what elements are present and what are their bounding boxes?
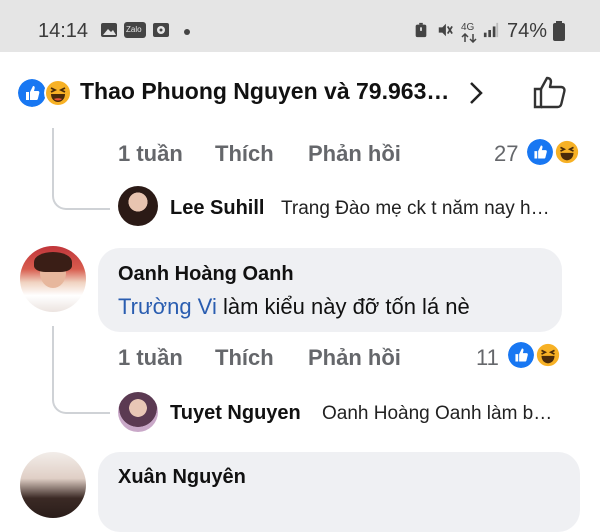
reply-link[interactable]: Phản hồi (308, 141, 401, 167)
avatar[interactable] (118, 392, 158, 432)
comment-author[interactable]: Xuân Nguyên (118, 466, 246, 489)
reply-link[interactable]: Phản hồi (308, 345, 401, 371)
network-type: 4G (461, 22, 475, 33)
reaction-count[interactable]: 11 (476, 345, 499, 371)
reaction-count[interactable]: 27 (494, 141, 518, 167)
thread-connector (52, 326, 110, 414)
comment-bubble[interactable] (98, 452, 580, 532)
comment-text: Trường Vi làm kiểu này đỡ tốn lá nè (118, 294, 470, 320)
clock-app-icon (153, 23, 169, 37)
avatar[interactable] (20, 452, 86, 518)
like-button-icon[interactable] (532, 74, 568, 110)
comment-time: 1 tuần (118, 141, 183, 166)
like-reaction-icon (527, 139, 553, 165)
battery-icon (553, 21, 565, 41)
status-time: 14:14 (38, 20, 89, 42)
haha-reaction-icon (535, 342, 561, 368)
reply-author[interactable]: Lee Suhill (170, 197, 264, 220)
like-link[interactable]: Thích (215, 345, 274, 371)
zalo-label: Zalo (126, 25, 142, 34)
reply-preview-text[interactable]: Oanh Hoàng Oanh làm b… (322, 403, 552, 425)
haha-reaction-icon (44, 79, 72, 107)
reply-preview-text[interactable]: Trang Đào mẹ ck t năm nay h… (281, 198, 550, 220)
comment-time: 1 tuần (118, 345, 183, 370)
like-reaction-icon (18, 79, 46, 107)
reactors-text[interactable]: Thao Phuong Nguyen và 79.963… (80, 78, 449, 105)
zalo-icon: Zalo (124, 22, 146, 38)
notification-dot-icon (184, 29, 190, 35)
signal-icon (483, 22, 499, 38)
comment-author[interactable]: Oanh Hoàng Oanh (118, 263, 294, 286)
avatar[interactable] (118, 186, 158, 226)
gallery-icon (101, 23, 117, 37)
data-arrows-icon (461, 33, 477, 43)
chevron-right-icon[interactable] (468, 80, 484, 106)
mention-link[interactable]: Trường Vi (118, 294, 217, 319)
like-link[interactable]: Thích (215, 141, 274, 167)
battery-percent: 74% (507, 20, 548, 42)
reply-author[interactable]: Tuyet Nguyen (170, 402, 301, 425)
comment-body: làm kiểu này đỡ tốn lá nè (216, 294, 470, 319)
reactions-summary[interactable] (18, 79, 46, 107)
mute-icon (438, 23, 453, 37)
thread-connector (52, 128, 110, 210)
avatar[interactable] (20, 246, 86, 312)
haha-reaction-icon (554, 139, 580, 165)
like-reaction-icon (508, 342, 534, 368)
battery-saver-icon (415, 22, 427, 38)
